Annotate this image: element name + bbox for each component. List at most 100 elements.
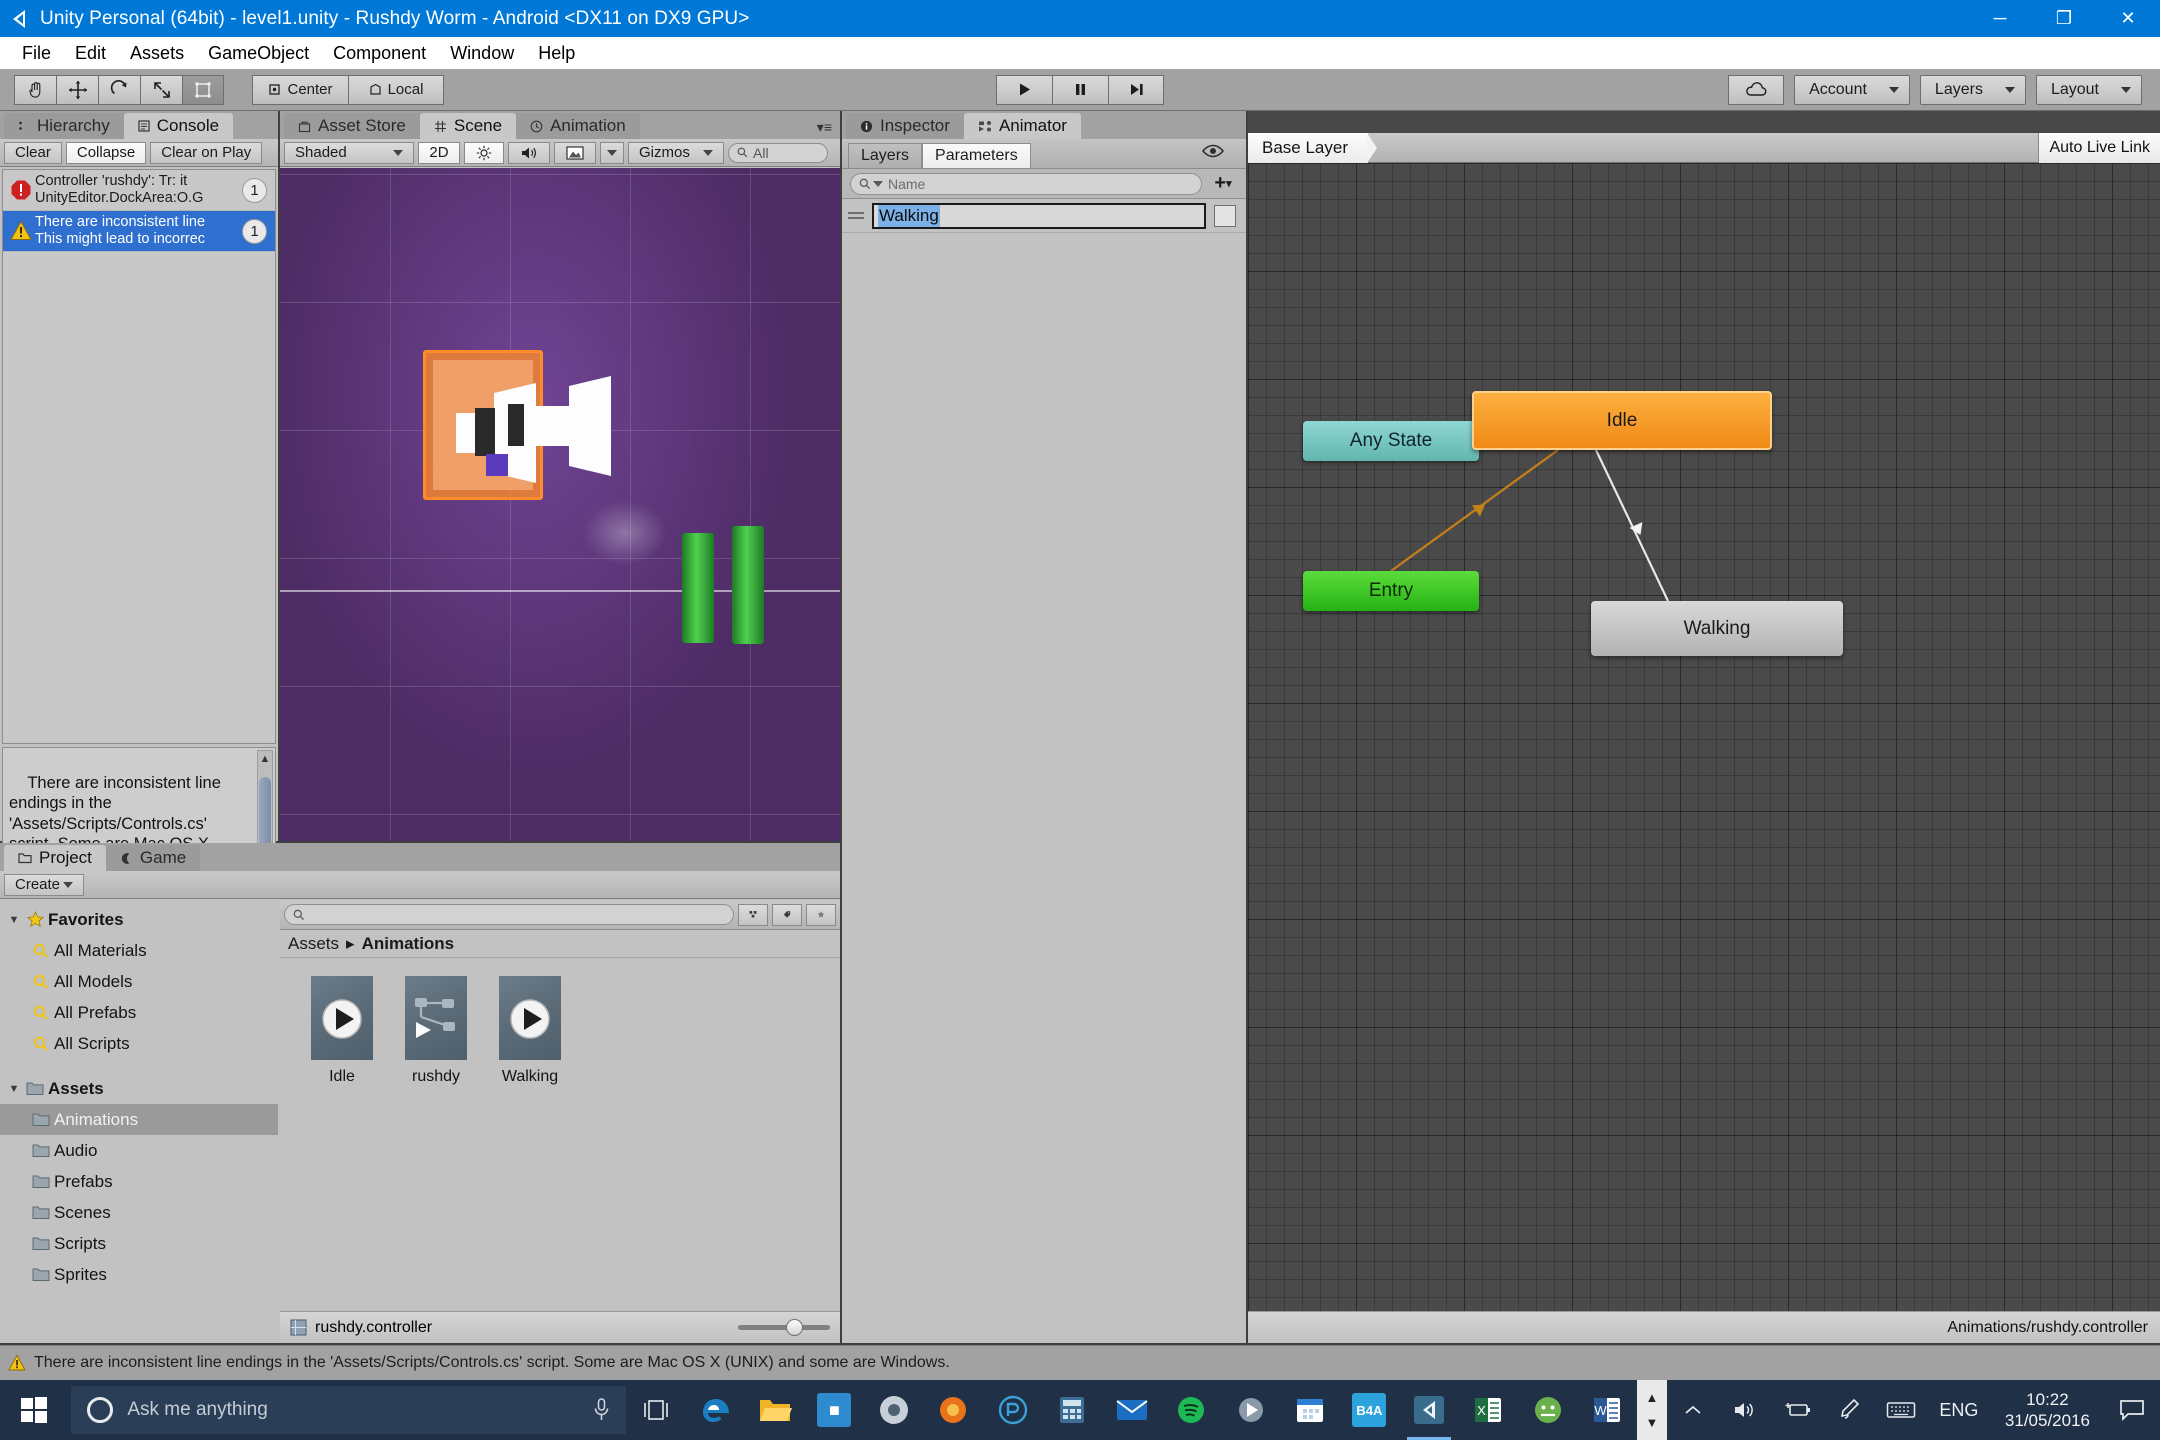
layers-dropdown[interactable]: Layers [1919,74,2026,105]
asset-item-walking[interactable]: Walking [494,976,566,1086]
asset-item-rushdy[interactable]: rushdy [400,976,472,1086]
rotate-tool-button[interactable] [98,74,140,105]
menu-item-window[interactable]: Window [438,40,526,67]
tab-layers[interactable]: Layers [848,143,923,168]
menu-item-component[interactable]: Component [321,40,438,67]
taskbar-clock[interactable]: 10:22 31/05/2016 [1991,1389,2104,1431]
microphone-icon[interactable] [593,1397,610,1423]
taskbar-app-unity[interactable] [1399,1380,1458,1440]
rect-tool-button[interactable] [182,74,224,105]
parameter-row-walking[interactable]: Walking [842,199,1246,233]
tree-row-scenes[interactable]: Scenes [0,1197,278,1228]
maximize-button[interactable]: ❐ [2032,0,2096,37]
tab-game[interactable]: Game [105,845,201,871]
tree-row-assets[interactable]: ▼ Assets [0,1073,278,1104]
keyboard-icon[interactable] [1875,1380,1927,1440]
hand-tool-button[interactable] [14,74,56,105]
step-button[interactable] [1108,74,1164,105]
taskbar-app-edge[interactable] [686,1380,745,1440]
log-entry-warning[interactable]: There are inconsistent line This might l… [3,211,275,252]
project-search-input[interactable] [284,904,734,925]
project-folder-tree[interactable]: ▼ Favorites All Materials All Models All… [0,900,278,1343]
chevron-down-icon[interactable] [873,180,883,187]
pivot-local-button[interactable]: Local [348,74,444,105]
tree-row-all-scripts[interactable]: All Scripts [0,1028,278,1059]
tab-animator[interactable]: Animator [963,113,1081,139]
asset-item-idle[interactable]: Idle [306,976,378,1086]
tab-hierarchy[interactable]: Hierarchy [4,113,124,139]
taskbar-app-android-studio[interactable] [1518,1380,1577,1440]
taskbar-app-excel[interactable]: X [1459,1380,1518,1440]
show-hidden-icons-button[interactable] [1667,1380,1719,1440]
tree-row-favorites[interactable]: ▼ Favorites [0,904,278,935]
breadcrumb-assets[interactable]: Assets [288,934,339,954]
pen-icon[interactable] [1823,1380,1875,1440]
draw-mode-dropdown[interactable]: Shaded [284,141,414,164]
scene-fx-dropdown[interactable] [600,141,624,164]
pause-button[interactable] [1052,74,1108,105]
menu-item-help[interactable]: Help [526,40,587,67]
taskbar-app-chrome[interactable] [864,1380,923,1440]
battery-icon[interactable] [1771,1380,1823,1440]
start-button[interactable] [0,1380,67,1440]
state-node-idle[interactable]: Idle [1472,391,1772,450]
add-parameter-button[interactable]: + ▾ [1208,172,1238,195]
asset-zoom-slider[interactable] [738,1319,830,1337]
parameter-name-input[interactable]: Walking [872,202,1206,229]
tree-row-all-models[interactable]: All Models [0,966,278,997]
slider-knob[interactable] [786,1319,803,1336]
parameter-bool-checkbox[interactable] [1214,204,1236,227]
console-log-list[interactable]: Controller 'rushdy': Tr: it UnityEditor.… [2,169,276,744]
tab-scene[interactable]: Scene [419,113,517,139]
lighting-toggle-button[interactable] [464,141,504,164]
tree-row-all-materials[interactable]: All Materials [0,935,278,966]
volume-icon[interactable] [1719,1380,1771,1440]
tree-row-scripts[interactable]: Scripts [0,1228,278,1259]
create-dropdown[interactable]: Create [4,873,84,896]
scene-fx-button[interactable] [554,141,596,164]
taskbar-app-calendar[interactable] [1280,1380,1339,1440]
tree-row-animations[interactable]: Animations [0,1104,278,1135]
auto-live-link-button[interactable]: Auto Live Link [2038,132,2160,163]
filter-by-type-button[interactable] [738,903,768,926]
clear-on-play-button[interactable]: Clear on Play [150,141,263,164]
taskbar-app-camtasia[interactable] [1221,1380,1280,1440]
layout-dropdown[interactable]: Layout [2035,74,2142,105]
breadcrumb-animations[interactable]: Animations [362,934,455,954]
tree-row-sprites[interactable]: Sprites [0,1259,278,1290]
close-button[interactable]: ✕ [2096,0,2160,37]
taskbar-app-calculator[interactable] [1042,1380,1101,1440]
taskbar-app-mail[interactable] [1102,1380,1161,1440]
tab-console[interactable]: Console [123,113,234,139]
toggle-2d-button[interactable]: 2D [418,141,460,164]
pivot-center-button[interactable]: Center [252,74,348,105]
tree-row-prefabs[interactable]: Prefabs [0,1166,278,1197]
taskbar-app-photoshop[interactable] [983,1380,1042,1440]
parameter-search-input[interactable]: Name [850,172,1202,195]
eye-icon[interactable] [1202,144,1224,158]
audio-toggle-button[interactable] [508,141,550,164]
action-center-button[interactable] [2104,1380,2160,1440]
language-indicator[interactable]: ENG [1927,1380,1991,1440]
chevron-up-icon[interactable]: ▲ [1645,1390,1658,1405]
menu-item-file[interactable]: File [10,40,63,67]
drag-handle-icon[interactable] [848,212,864,219]
gizmos-dropdown[interactable]: Gizmos [628,141,724,164]
unity-status-bar[interactable]: There are inconsistent line endings in t… [0,1345,2160,1380]
tab-project[interactable]: Project [4,845,106,871]
menu-item-assets[interactable]: Assets [118,40,196,67]
task-view-button[interactable] [626,1380,685,1440]
breadcrumb-base-layer[interactable]: Base Layer [1248,132,1377,163]
menu-item-edit[interactable]: Edit [63,40,118,67]
cloud-button[interactable] [1728,74,1785,105]
taskbar-app-word[interactable]: W [1577,1380,1636,1440]
pipe-object-2[interactable] [732,526,764,644]
favorite-button[interactable] [806,903,836,926]
tree-row-audio[interactable]: Audio [0,1135,278,1166]
tree-row-all-prefabs[interactable]: All Prefabs [0,997,278,1028]
pipe-object-1[interactable] [682,533,714,643]
collapse-button[interactable]: Collapse [65,141,147,164]
state-node-entry[interactable]: Entry [1303,571,1479,611]
tab-animation[interactable]: Animation [516,113,640,139]
taskbar-app-store[interactable]: ■ [805,1380,864,1440]
